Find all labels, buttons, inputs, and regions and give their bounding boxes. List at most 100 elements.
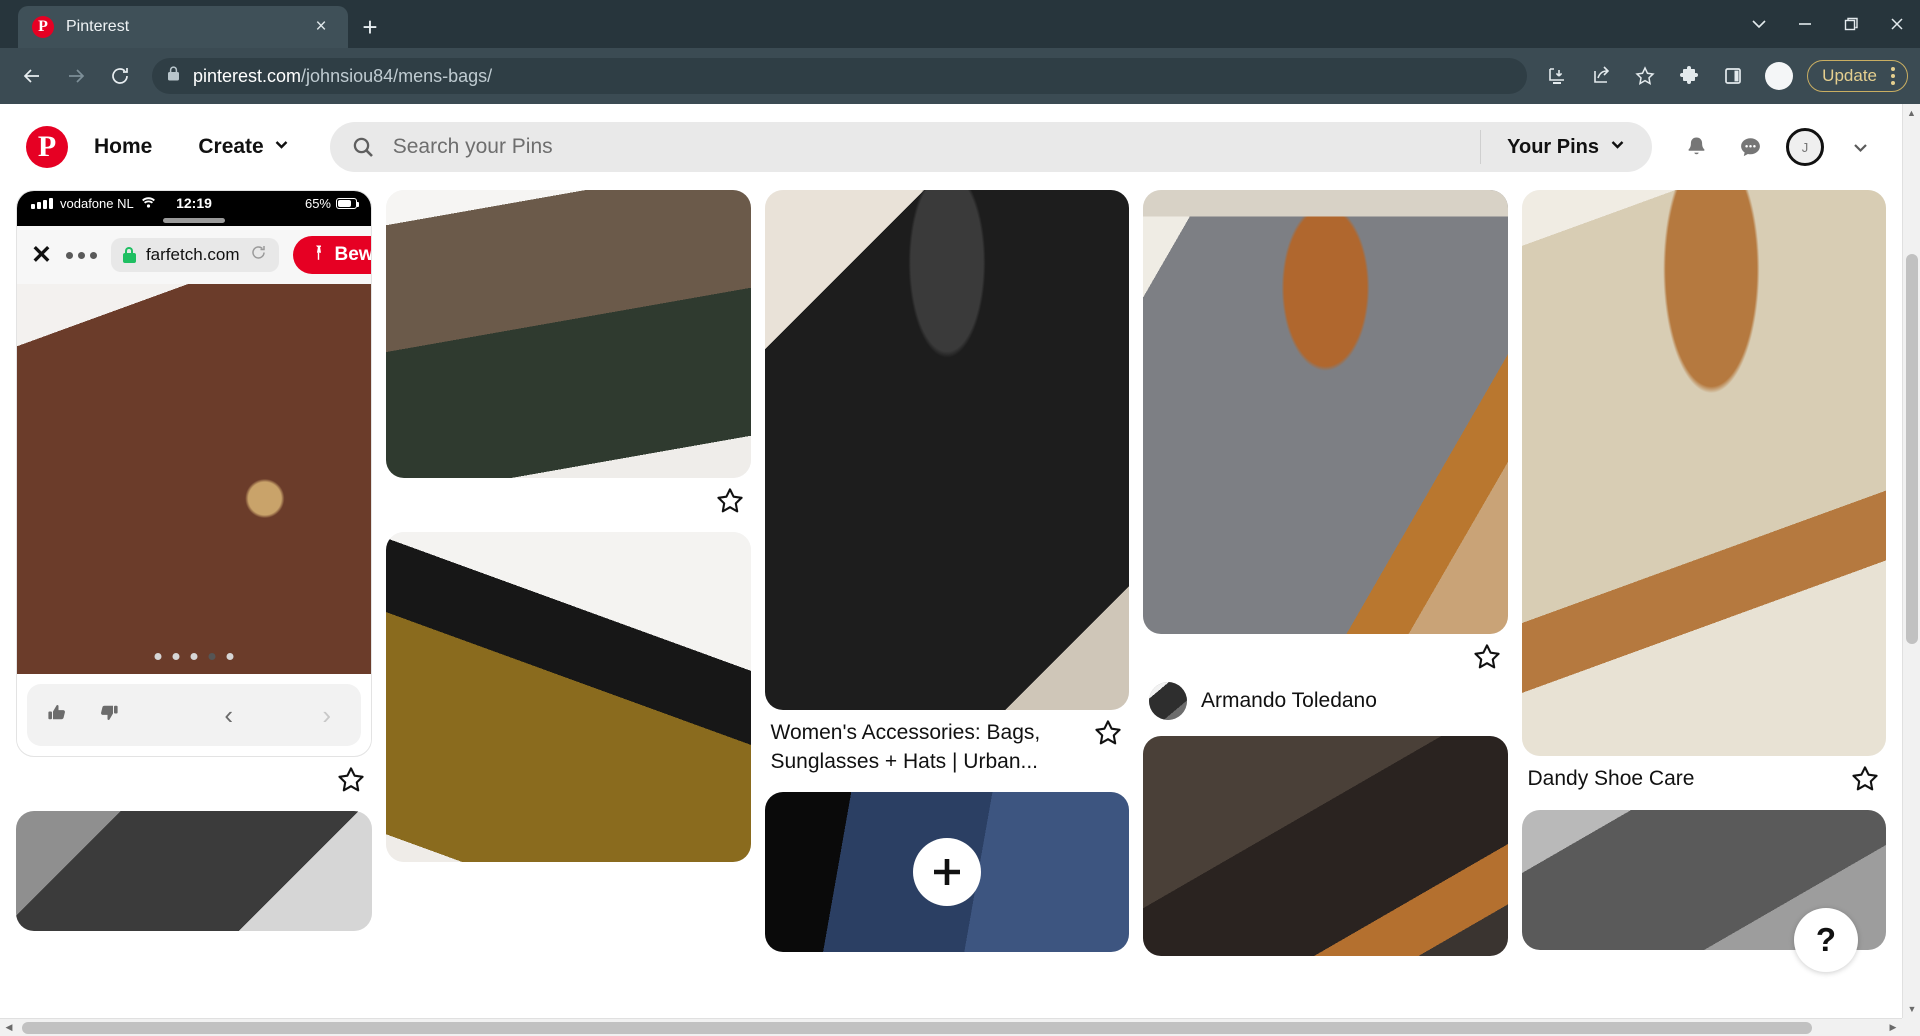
- pin-image[interactable]: [1521, 190, 1886, 756]
- nav-create-label: Create: [198, 135, 264, 158]
- carousel-dots[interactable]: [154, 653, 234, 660]
- save-button[interactable]: Bewaar: [292, 236, 372, 274]
- save-star-icon[interactable]: [336, 765, 366, 795]
- pin-card[interactable]: Armando Toledano: [1143, 190, 1508, 720]
- user-avatar[interactable]: J: [1786, 128, 1824, 166]
- browser-window: P Pinterest × + pinterest.com/johnsiou84…: [0, 0, 1920, 1036]
- browser-tab[interactable]: P Pinterest ×: [18, 6, 348, 48]
- help-button[interactable]: ?: [1794, 908, 1858, 972]
- in-app-browser-bar: ✕ farfetch.com Bew: [17, 226, 371, 284]
- install-icon[interactable]: [1539, 58, 1575, 94]
- carousel-next-button[interactable]: ›: [310, 700, 343, 731]
- reload-icon[interactable]: [250, 244, 267, 266]
- pin-image[interactable]: [764, 792, 1129, 952]
- pin-image[interactable]: [16, 811, 372, 931]
- pin-image[interactable]: [764, 190, 1129, 710]
- pin-card[interactable]: [386, 190, 751, 516]
- share-icon[interactable]: [1583, 58, 1619, 94]
- in-app-content: ✕: [17, 284, 371, 746]
- search-input[interactable]: [374, 135, 1481, 159]
- save-star-icon[interactable]: [1093, 718, 1123, 748]
- pin-grid: vodafone NL 12:19 65% ✕ farfetch.com Bew…: [0, 190, 1902, 1018]
- browser-toolbar: pinterest.com/johnsiou84/mens-bags/ Upda…: [0, 48, 1920, 104]
- pin-image-art: [16, 811, 372, 931]
- pin-author[interactable]: Armando Toledano: [1143, 672, 1508, 720]
- pinterest-header: P Home Create Your Pins: [0, 104, 1902, 190]
- scroll-left-button[interactable]: ◀: [0, 1019, 18, 1036]
- address-bar[interactable]: pinterest.com/johnsiou84/mens-bags/: [152, 58, 1528, 94]
- minimize-icon[interactable]: [1782, 0, 1828, 48]
- side-panel-icon[interactable]: [1715, 58, 1751, 94]
- forward-icon[interactable]: [56, 56, 96, 96]
- restore-icon[interactable]: [1828, 0, 1874, 48]
- pin-image[interactable]: [1143, 736, 1508, 956]
- nav-home[interactable]: Home: [74, 123, 172, 171]
- chat-bubble-icon[interactable]: [1726, 123, 1774, 171]
- kebab-menu-icon[interactable]: [1885, 67, 1901, 85]
- pinterest-page: P Home Create Your Pins: [0, 104, 1902, 1018]
- pin-feedback-bar: ‹ ›: [27, 684, 361, 746]
- vertical-scrollbar-thumb[interactable]: [1906, 254, 1918, 644]
- phone-status-bar: vodafone NL 12:19 65%: [17, 191, 371, 215]
- chevron-down-icon: [1609, 136, 1626, 159]
- author-avatar: [1149, 682, 1187, 720]
- thumbs-up-icon[interactable]: [45, 700, 70, 730]
- pin-card[interactable]: [1143, 736, 1508, 956]
- tab-title: Pinterest: [66, 18, 130, 35]
- thumbs-down-icon[interactable]: [96, 700, 121, 730]
- tab-close-icon[interactable]: ×: [308, 16, 334, 38]
- pin-image[interactable]: [386, 532, 751, 862]
- in-app-browser-screenshot: vodafone NL 12:19 65% ✕ farfetch.com Bew…: [16, 190, 372, 757]
- pin-title: Women's Accessories: Bags, Sunglasses + …: [770, 721, 1041, 773]
- pin-image[interactable]: [386, 190, 751, 478]
- window-controls: [1736, 0, 1920, 48]
- vertical-scrollbar[interactable]: ▲ ▼: [1902, 104, 1920, 1018]
- pin-card[interactable]: Women's Accessories: Bags, Sunglasses + …: [764, 190, 1129, 776]
- pin-card-in-app-browser[interactable]: vodafone NL 12:19 65% ✕ farfetch.com Bew…: [16, 190, 372, 795]
- save-star-icon[interactable]: [1472, 642, 1502, 672]
- your-pins-filter[interactable]: Your Pins: [1480, 130, 1648, 164]
- pin-image-art: [1143, 190, 1508, 634]
- pin-card[interactable]: [386, 532, 751, 862]
- add-pin-button[interactable]: [912, 838, 981, 906]
- save-star-icon[interactable]: [715, 486, 745, 516]
- grid-column-3: Women's Accessories: Bags, Sunglasses + …: [764, 190, 1129, 1018]
- horizontal-scrollbar-thumb[interactable]: [22, 1022, 1812, 1034]
- scroll-right-button[interactable]: ▶: [1884, 1019, 1902, 1036]
- carrier-label: vodafone NL: [60, 195, 134, 211]
- pin-card[interactable]: [16, 811, 372, 931]
- close-icon[interactable]: ✕: [31, 240, 52, 270]
- save-button-label: Bewaar: [334, 244, 372, 265]
- battery-status: 65%: [305, 196, 359, 211]
- chrome-profile-avatar[interactable]: [1765, 62, 1794, 90]
- new-tab-button[interactable]: +: [348, 6, 392, 48]
- chevron-down-icon[interactable]: [1736, 0, 1782, 48]
- pin-meta: Dandy Shoe Care: [1522, 756, 1887, 794]
- pinterest-logo-icon[interactable]: P: [26, 126, 68, 168]
- more-dots-icon[interactable]: [65, 251, 97, 259]
- reload-icon[interactable]: [100, 56, 140, 96]
- battery-icon: [336, 197, 359, 209]
- scroll-up-button[interactable]: ▲: [1903, 104, 1920, 122]
- avatar-initial: J: [1801, 139, 1809, 155]
- carousel-prev-button[interactable]: ‹: [212, 700, 245, 731]
- scroll-down-button[interactable]: ▼: [1903, 1000, 1920, 1018]
- pin-card[interactable]: Dandy Shoe Care: [1521, 190, 1887, 794]
- nav-create[interactable]: Create: [178, 123, 309, 171]
- your-pins-label: Your Pins: [1507, 135, 1599, 158]
- save-star-icon[interactable]: [1850, 764, 1880, 794]
- update-button[interactable]: Update: [1807, 60, 1908, 92]
- in-app-address-bar[interactable]: farfetch.com: [110, 238, 279, 272]
- pin-image[interactable]: [1143, 190, 1508, 634]
- horizontal-scrollbar[interactable]: ◀ ▶: [0, 1018, 1902, 1036]
- back-icon[interactable]: [12, 56, 52, 96]
- extensions-icon[interactable]: [1671, 58, 1707, 94]
- nav-home-label: Home: [94, 135, 153, 158]
- search-bar[interactable]: Your Pins: [329, 122, 1652, 172]
- account-chevron-down-icon[interactable]: [1836, 123, 1884, 171]
- grid-column-5: Dandy Shoe Care: [1521, 190, 1887, 1018]
- bell-icon[interactable]: [1672, 123, 1720, 171]
- pin-card[interactable]: [764, 792, 1129, 952]
- close-icon[interactable]: [1874, 0, 1920, 48]
- bookmark-star-icon[interactable]: [1627, 58, 1663, 94]
